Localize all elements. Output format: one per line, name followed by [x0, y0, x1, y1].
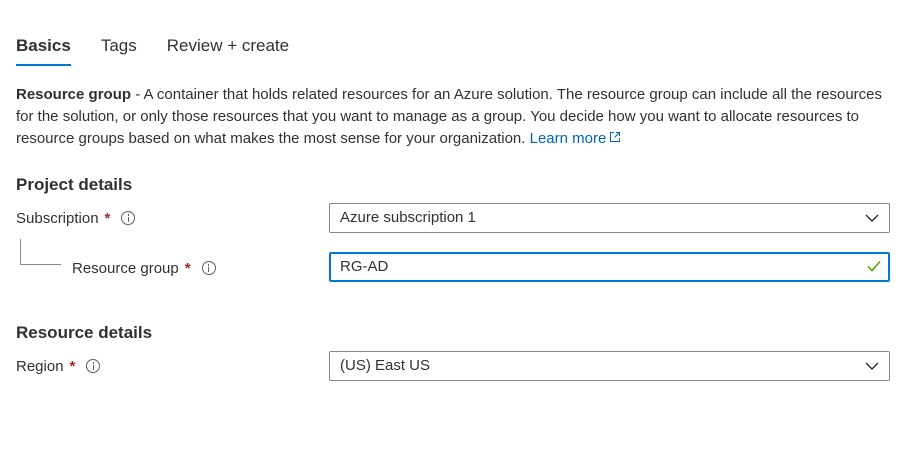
- required-marker: *: [184, 259, 191, 277]
- subscription-value: Azure subscription 1: [340, 209, 476, 226]
- required-marker: *: [69, 357, 76, 375]
- tab-basics[interactable]: Basics: [16, 32, 71, 68]
- resource-group-value: RG-AD: [340, 258, 389, 275]
- resource-group-description: Resource group - A container that holds …: [16, 84, 886, 150]
- resource-group-input[interactable]: RG-AD: [329, 252, 890, 282]
- tab-review-create[interactable]: Review + create: [167, 32, 289, 68]
- tree-connector: [20, 239, 61, 265]
- tab-tags[interactable]: Tags: [101, 32, 137, 68]
- checkmark-icon: [867, 261, 881, 272]
- project-details-heading: Project details: [16, 175, 133, 194]
- info-icon[interactable]: [121, 211, 136, 225]
- chevron-down-icon: [865, 362, 879, 370]
- external-link-icon: [610, 132, 621, 142]
- chevron-down-icon: [865, 214, 879, 222]
- subscription-label: Subscription *: [16, 207, 136, 229]
- resource-group-label: Resource group *: [72, 257, 216, 279]
- resource-group-label-text: Resource group: [72, 259, 179, 277]
- info-icon[interactable]: [201, 261, 216, 275]
- required-marker: *: [104, 209, 111, 227]
- subscription-label-text: Subscription: [16, 209, 99, 227]
- region-label-text: Region: [16, 357, 64, 375]
- learn-more-link[interactable]: Learn more: [530, 130, 622, 147]
- description-text: - A container that holds related resourc…: [16, 86, 883, 147]
- resource-details-heading: Resource details: [16, 323, 153, 342]
- learn-more-label: Learn more: [529, 130, 607, 147]
- region-dropdown[interactable]: (US) East US: [329, 351, 890, 381]
- region-value: (US) East US: [340, 357, 431, 374]
- region-label: Region *: [16, 355, 101, 377]
- tab-bar: Basics Tags Review + create: [16, 32, 319, 68]
- info-icon[interactable]: [86, 359, 101, 373]
- subscription-dropdown[interactable]: Azure subscription 1: [329, 203, 890, 233]
- description-title: Resource group: [16, 86, 132, 103]
